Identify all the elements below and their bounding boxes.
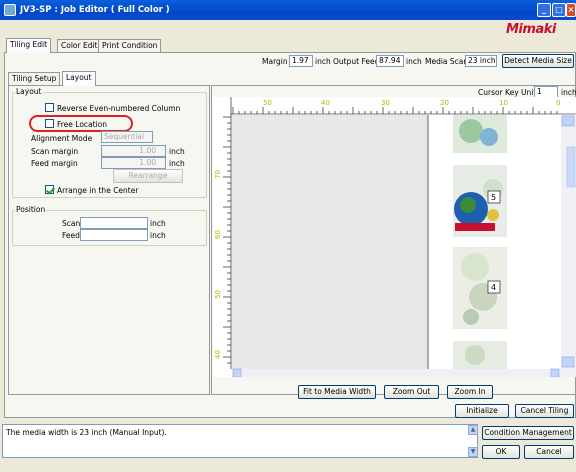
zoom-out-button[interactable]: Zoom Out xyxy=(384,385,439,399)
status-message-box: The media width is 23 inch (Manual Input… xyxy=(2,424,478,458)
scan-label: Scan xyxy=(62,219,81,228)
scan-margin-label: Scan margin xyxy=(31,147,79,156)
brand-logo: Mimaki xyxy=(506,22,556,36)
close-button[interactable]: × xyxy=(566,3,576,17)
margin-unit: inch xyxy=(315,57,331,66)
minimize-button[interactable]: _ xyxy=(537,3,551,17)
status-scroll-up[interactable]: ▲ xyxy=(468,425,478,435)
fit-to-media-width-button[interactable]: Fit to Media Width xyxy=(298,385,376,399)
tab-color-edit[interactable]: Color Edit xyxy=(57,39,102,53)
highlight-annotation xyxy=(29,115,133,132)
alignment-mode-label: Alignment Mode xyxy=(31,134,93,143)
reverse-even-label: Reverse Even-numbered Column xyxy=(57,104,181,113)
scroll-up-button xyxy=(561,115,575,127)
scroll-left-button xyxy=(232,368,242,377)
status-scroll-down[interactable]: ▼ xyxy=(468,447,478,457)
feed-position-field[interactable] xyxy=(80,229,148,241)
margin-label: Margin xyxy=(262,57,288,66)
ok-button[interactable]: OK xyxy=(482,445,520,459)
ruler-top-0: 0 xyxy=(556,99,560,107)
cursor-key-unit-suffix: inch xyxy=(561,88,576,97)
ruler-left-70: 70 xyxy=(214,170,222,179)
feed-margin-field[interactable]: 1.00 xyxy=(101,157,166,169)
reverse-even-checkbox[interactable] xyxy=(45,103,54,112)
ruler-left-60: 60 xyxy=(214,230,222,239)
app-icon xyxy=(4,4,16,16)
cancel-tiling-button[interactable]: Cancel Tiling xyxy=(515,404,574,418)
arrange-center-checkbox[interactable] xyxy=(45,185,54,194)
zoom-in-button[interactable]: Zoom In xyxy=(447,385,493,399)
media-scan-label: Media Scan xyxy=(425,57,469,66)
tile-5: 5 xyxy=(453,165,507,237)
feed-position-unit: inch xyxy=(150,231,166,240)
rearrange-button[interactable]: Rearrange xyxy=(113,169,183,183)
tile-4: 4 xyxy=(453,247,507,329)
output-feed-field[interactable]: 87.94 xyxy=(376,55,404,67)
ruler-top-30: 30 xyxy=(381,99,390,107)
ruler-left-50: 50 xyxy=(214,290,222,299)
ruler-top-50: 50 xyxy=(263,99,272,107)
condition-management-button[interactable]: Condition Management xyxy=(482,426,574,440)
feed-label: Feed xyxy=(62,231,80,240)
status-message: The media width is 23 inch (Manual Input… xyxy=(6,428,167,437)
scroll-down-button xyxy=(561,356,575,368)
feed-margin-label: Feed margin xyxy=(31,159,78,168)
media-empty-area xyxy=(232,115,428,369)
position-group-label: Position xyxy=(15,205,47,214)
arrange-center-label: Arrange in the Center xyxy=(57,186,139,195)
ruler-top-10: 10 xyxy=(499,99,508,107)
horizontal-scrollbar xyxy=(232,369,576,377)
scan-margin-field[interactable]: 1.00 xyxy=(101,145,166,157)
scan-position-field[interactable] xyxy=(80,217,148,229)
tile-label-5: 5 xyxy=(491,193,496,202)
media-print-area xyxy=(429,115,560,369)
tab-tiling-setup[interactable]: Tiling Setup xyxy=(8,72,61,86)
maximize-button[interactable]: □ xyxy=(552,3,566,17)
tile-map-bottom xyxy=(453,341,507,369)
output-feed-unit: inch xyxy=(406,57,422,66)
tile-label-4: 4 xyxy=(491,283,496,292)
scroll-right-button xyxy=(550,368,560,377)
feed-margin-unit: inch xyxy=(169,159,185,168)
cancel-button[interactable]: Cancel xyxy=(524,445,574,459)
tab-layout[interactable]: Layout xyxy=(62,71,96,86)
tab-tiling-edit[interactable]: Tiling Edit xyxy=(6,38,52,53)
margin-field[interactable]: 1.97 xyxy=(289,55,313,67)
alignment-mode-select[interactable]: Sequential xyxy=(101,131,153,143)
output-feed-label: Output Feed xyxy=(333,57,380,66)
scan-position-unit: inch xyxy=(150,219,166,228)
cursor-key-unit-label: Cursor Key Unit xyxy=(478,88,537,97)
ruler-top-20: 20 xyxy=(440,99,449,107)
initialize-button[interactable]: Initialize xyxy=(455,404,509,418)
title-bar: JV3-SP : Job Editor ( Full Color ) _ □ × xyxy=(0,0,576,20)
ruler-left-40: 40 xyxy=(214,350,222,359)
tile-map-1 xyxy=(453,115,507,153)
scroll-thumb-vertical xyxy=(566,146,576,188)
detect-media-size-button[interactable]: Detect Media Size xyxy=(502,54,574,68)
scan-margin-unit: inch xyxy=(169,147,185,156)
layout-canvas[interactable]: 50 40 30 20 10 0 70 60 50 40 5 4 xyxy=(213,97,576,377)
media-scan-field[interactable]: 23 inch xyxy=(465,55,497,67)
ruler-top-40: 40 xyxy=(321,99,330,107)
layout-group-label: Layout xyxy=(15,87,43,96)
tab-print-condition[interactable]: Print Condition xyxy=(98,39,162,53)
window-title: JV3-SP : Job Editor ( Full Color ) xyxy=(20,5,170,15)
